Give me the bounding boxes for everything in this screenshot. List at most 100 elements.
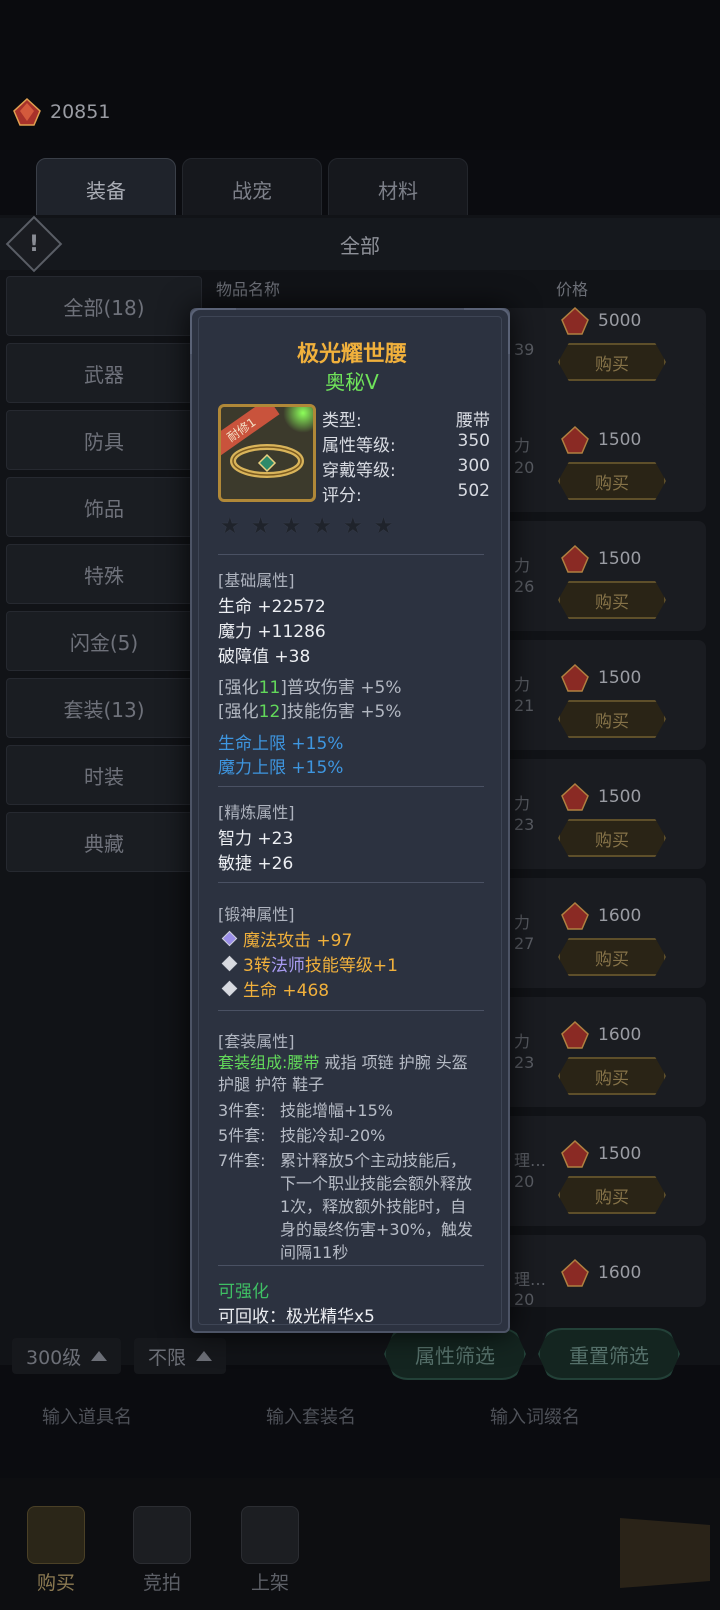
- buy-button[interactable]: 购买: [558, 700, 666, 738]
- tab-pets[interactable]: 战宠: [182, 158, 322, 220]
- item-icon: 耐修1: [218, 404, 316, 502]
- stat-value: 502: [457, 481, 490, 501]
- stat-label: 属性等级:: [322, 436, 396, 456]
- nav-auction-label: 竞拍: [142, 1572, 181, 1594]
- stat-label: 评分:: [322, 486, 362, 506]
- set-bonus-row: 3件套: 技能增幅+15%: [218, 1101, 393, 1120]
- row-price: 1500: [598, 668, 642, 688]
- star-icon: ★: [342, 514, 363, 539]
- nav-buy-label: 购买: [36, 1572, 75, 1594]
- tab-equipment[interactable]: 装备: [36, 158, 176, 220]
- bonus-line: 魔力上限 +15%: [218, 758, 344, 778]
- category-list: 全部(18) 武器 防具 饰品 特殊 闪金(5) 套装(13) 时装 典藏: [6, 276, 202, 879]
- star-icon: ★: [312, 514, 332, 539]
- base-attr-title: [基础属性]: [218, 571, 295, 590]
- category-weapon[interactable]: 武器: [6, 343, 202, 403]
- enhance-line: [强化12]技能伤害 +5%: [218, 702, 402, 722]
- category-accessory[interactable]: 饰品: [6, 477, 202, 537]
- row-fragment: 力: [514, 794, 531, 813]
- caret-up-icon: [196, 1351, 213, 1361]
- divider: [218, 882, 484, 883]
- stat-value: 300: [457, 456, 490, 476]
- bottom-nav: [0, 1478, 720, 1610]
- item-grade: 奥秘Ⅴ: [325, 370, 379, 394]
- buy-button[interactable]: 购买: [558, 1176, 666, 1214]
- buy-button[interactable]: 购买: [558, 343, 666, 381]
- gem-icon: [561, 1020, 589, 1049]
- row-fragment: 20: [514, 458, 535, 477]
- item-name: 极光耀世腰: [296, 342, 407, 367]
- row-fragment: 力: [514, 913, 531, 932]
- gem-icon: [561, 1139, 589, 1168]
- currency-amount: 20851: [50, 101, 111, 123]
- can-upgrade-label: 可强化: [218, 1282, 269, 1302]
- next-arrow-button[interactable]: [620, 1518, 710, 1588]
- set-bonus-row: 7件套: 累计释放5个主动技能后，下一个职业技能会额外释放1次，释放额外技能时，自…: [218, 1151, 473, 1262]
- nav-buy[interactable]: 购买: [6, 1500, 106, 1600]
- gem-icon: [13, 97, 41, 126]
- nav-auction[interactable]: 竞拍: [112, 1500, 212, 1600]
- currency-display: 20851: [12, 96, 110, 128]
- stat-value: 腰带: [456, 411, 490, 431]
- gavel-icon: [133, 1506, 191, 1564]
- divider: [218, 786, 484, 787]
- row-fragment: 理…: [514, 1270, 547, 1289]
- tab-materials[interactable]: 材料: [328, 158, 468, 220]
- limit-value: 不限: [148, 1346, 187, 1369]
- row-price: 1500: [598, 430, 642, 450]
- row-price: 1500: [598, 1144, 642, 1164]
- tab-bar: 装备 战宠 材料: [36, 158, 468, 220]
- category-fashion[interactable]: 时装: [6, 745, 202, 805]
- row-fragment: 27: [514, 934, 535, 953]
- divider: [218, 1010, 484, 1011]
- buy-button[interactable]: 购买: [558, 938, 666, 976]
- reset-filter-button[interactable]: 重置筛选: [538, 1328, 680, 1380]
- affix-search[interactable]: 输入词缀名: [490, 1390, 580, 1442]
- bonus-line: 生命上限 +15%: [218, 734, 344, 754]
- buy-button[interactable]: 购买: [558, 462, 666, 500]
- limit-select[interactable]: 不限: [134, 1338, 227, 1374]
- diamond-icon: [221, 980, 238, 997]
- set-name-search[interactable]: 输入套装名: [266, 1390, 356, 1442]
- nav-list[interactable]: 上架: [220, 1500, 320, 1600]
- set-composition: 套装组成:腰带 戒指 项链 护腕 头盔 护腿 护符 鞋子: [218, 1053, 468, 1094]
- category-set[interactable]: 套装(13): [6, 678, 202, 738]
- category-armor[interactable]: 防具: [6, 410, 202, 470]
- level-value: 300级: [26, 1346, 82, 1369]
- buy-button[interactable]: 购买: [558, 1057, 666, 1095]
- category-collection[interactable]: 典藏: [6, 812, 202, 872]
- forge-attr-line: 魔法攻击 +97: [218, 926, 352, 951]
- stat-label: 穿戴等级:: [322, 461, 396, 481]
- filter-title[interactable]: 全部: [0, 218, 720, 270]
- recycle-label: 可回收：极光精华x5: [218, 1307, 375, 1327]
- buy-button[interactable]: 购买: [558, 581, 666, 619]
- forge-attr-line: 3转法师技能等级+1: [218, 951, 398, 976]
- attribute-filter-button[interactable]: 属性筛选: [384, 1328, 526, 1380]
- refine-attr-line: 敏捷 +26: [218, 854, 294, 874]
- warning-icon[interactable]: !: [14, 224, 54, 264]
- item-name-search[interactable]: 输入道具名: [42, 1390, 132, 1442]
- stat-label: 类型:: [322, 411, 362, 431]
- category-all[interactable]: 全部(18): [6, 276, 202, 336]
- column-header-price[interactable]: 价格: [556, 276, 588, 300]
- row-price: 1600: [598, 906, 642, 926]
- row-fragment: 23: [514, 1053, 535, 1072]
- row-price: 1600: [598, 1263, 642, 1283]
- star-icon: ★: [373, 514, 394, 539]
- item-tooltip[interactable]: 极光耀世腰 奥秘Ⅴ 耐修1 类型: 腰带 属性等级: 350 穿戴等级: 300…: [190, 308, 510, 1333]
- refine-attr-line: 智力 +23: [218, 829, 294, 849]
- row-fragment: 力: [514, 556, 531, 575]
- category-flashgold[interactable]: 闪金(5): [6, 611, 202, 671]
- row-fragment: 20: [514, 1172, 535, 1191]
- divider: [218, 1265, 484, 1266]
- base-attr-line: 破障值 +38: [218, 647, 311, 667]
- row-fragment: 23: [514, 815, 535, 834]
- gem-icon: [561, 901, 589, 930]
- gem-icon: [561, 663, 589, 692]
- category-special[interactable]: 特殊: [6, 544, 202, 604]
- star-icon: ★: [250, 514, 271, 539]
- diamond-icon: [221, 930, 238, 947]
- forge-attr-title: [锻神属性]: [218, 905, 295, 924]
- buy-button[interactable]: 购买: [558, 819, 666, 857]
- level-select[interactable]: 300级: [12, 1338, 122, 1374]
